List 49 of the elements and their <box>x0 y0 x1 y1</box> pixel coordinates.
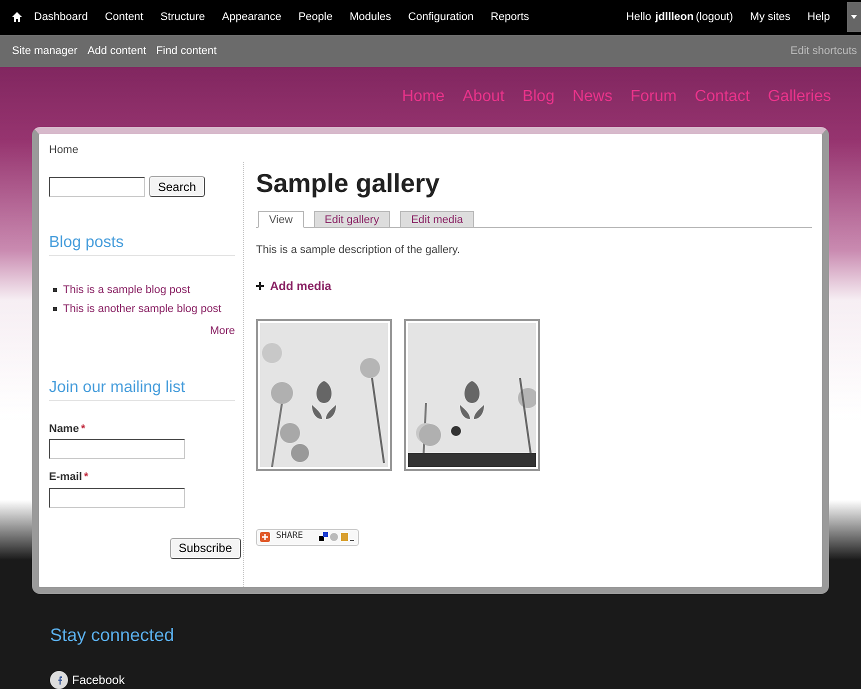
footer-title: Stay connected <box>50 624 176 647</box>
share-button[interactable]: SHARE <box>256 528 360 546</box>
tab[interactable]: Edit media <box>400 211 474 228</box>
bullet-icon <box>53 288 57 292</box>
add-media-link[interactable]: Add media <box>256 276 812 295</box>
plus-icon <box>260 532 270 542</box>
toolbar-link[interactable]: My sites <box>750 9 790 26</box>
tab[interactable]: Edit gallery <box>314 211 390 228</box>
search-button[interactable]: Search <box>149 176 206 198</box>
shortcut-link[interactable]: Add content <box>87 42 146 60</box>
shortcut-link[interactable]: Site manager <box>12 42 78 60</box>
input-field[interactable] <box>49 488 185 508</box>
caret-icon <box>851 15 857 20</box>
block-title: Blog posts <box>49 233 124 254</box>
input-field[interactable] <box>49 439 185 460</box>
shortcuts-toggle-button[interactable] <box>847 2 861 32</box>
page-title: Sample gallery <box>256 167 441 200</box>
toolbar-link[interactable]: Content <box>104 9 144 26</box>
toolbar-link[interactable]: Reports <box>490 9 530 26</box>
toolbar-link[interactable]: Configuration <box>408 9 474 26</box>
field-label: Name <box>49 422 79 437</box>
toolbar-link[interactable]: Modules <box>350 9 392 26</box>
search-field[interactable] <box>49 176 145 197</box>
social-link[interactable]: Facebook <box>50 671 861 689</box>
more-link[interactable]: More <box>210 323 235 340</box>
field-label: E-mail <box>49 470 82 486</box>
subscribe-button[interactable]: Subscribe <box>170 538 241 559</box>
username-link[interactable]: jdllleon <box>655 9 694 26</box>
toolbar-link[interactable]: Help <box>807 9 830 26</box>
bullet-icon <box>53 306 57 311</box>
tab[interactable]: View <box>258 211 304 228</box>
toolbar-link[interactable]: Appearance <box>222 9 282 26</box>
blog-post-link[interactable]: This is a sample blog post <box>63 282 190 299</box>
toolbar-link[interactable]: Structure <box>160 9 205 26</box>
required-mark: * <box>80 422 86 437</box>
blog-post-link[interactable]: This is another sample blog post <box>63 300 222 318</box>
block-title: Join our mailing list <box>49 378 186 398</box>
plus-icon <box>256 282 264 290</box>
shortcut-link[interactable]: Find content <box>156 42 217 60</box>
service-icons <box>319 532 356 542</box>
breadcrumb-link[interactable]: Home <box>49 142 822 158</box>
gallery-description: This is a sample description of the gallery. <box>256 243 461 258</box>
home-icon[interactable] <box>12 12 22 22</box>
toolbar-link[interactable]: People <box>298 9 333 26</box>
required-mark: * <box>84 470 88 486</box>
logout-link[interactable]: (logout) <box>696 9 734 26</box>
facebook-icon <box>50 671 68 689</box>
greeting-text: Hello <box>626 10 652 26</box>
toolbar-link[interactable]: Dashboard <box>34 9 88 26</box>
